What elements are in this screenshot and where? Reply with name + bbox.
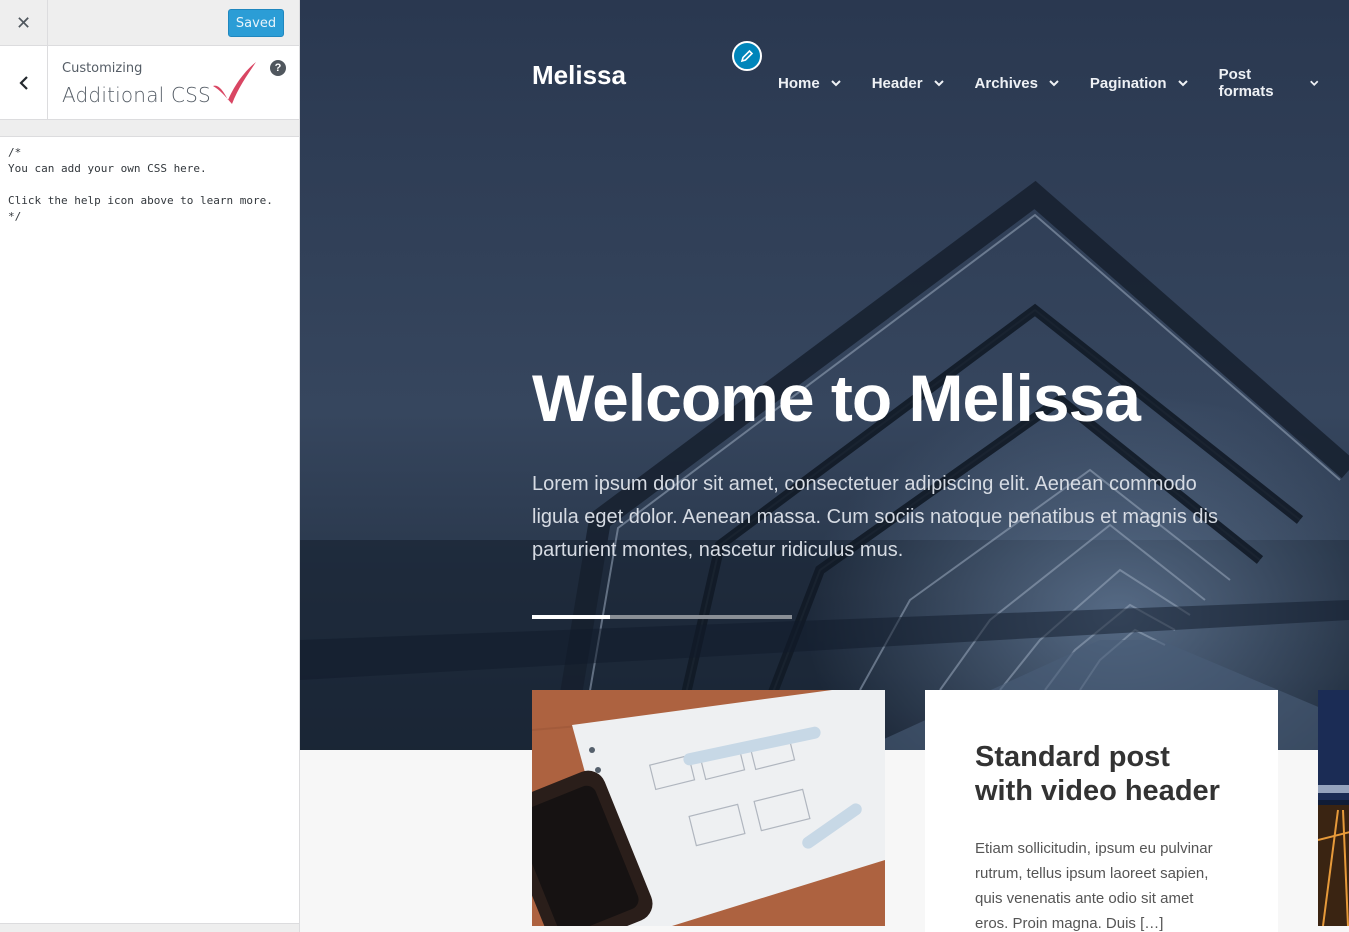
nav-item-label: Pagination (1089, 74, 1167, 92)
saved-button[interactable]: Saved (228, 9, 284, 37)
chevron-down-icon (1309, 80, 1318, 86)
nav-item-label: Home (778, 74, 820, 92)
post-card[interactable]: Standard post with video header Etiam so… (925, 690, 1278, 932)
help-icon: ? (274, 62, 282, 74)
post-title[interactable]: Standard post with video header (975, 740, 1228, 808)
post-thumbnail[interactable] (532, 690, 885, 926)
chevron-down-icon (1177, 80, 1188, 87)
pencil-icon (740, 49, 754, 63)
close-icon: ✕ (15, 12, 32, 33)
css-editor[interactable]: /* You can add your own CSS here. Click … (0, 136, 299, 924)
chevron-down-icon (933, 80, 944, 87)
back-button[interactable] (0, 46, 48, 119)
site-title[interactable]: Melissa (532, 60, 626, 91)
post-excerpt: Etiam sollicitudin, ipsum eu pulvinar ru… (975, 840, 1213, 932)
nav-item-home[interactable]: Home (778, 66, 842, 100)
nav-item-label: Post formats (1218, 66, 1274, 100)
customizer-sidebar: ✕ Saved Customizing Additional CSS ? /* … (0, 0, 300, 932)
section-header: Customizing Additional CSS ? (0, 46, 299, 120)
close-customizer-button[interactable]: ✕ (0, 0, 48, 46)
slider-progress[interactable] (532, 615, 792, 619)
site-preview: Melissa Home Header Archives Pagination (300, 0, 1349, 932)
chevron-down-icon (830, 80, 841, 87)
edit-shortcut-button[interactable] (732, 41, 762, 71)
chevron-left-icon (18, 75, 28, 90)
nav-item-label: Header (871, 74, 923, 92)
hero-text: Lorem ipsum dolor sit amet, consectetuer… (532, 473, 1218, 561)
help-button[interactable]: ? (270, 60, 286, 76)
slider-progress-fill (532, 615, 610, 619)
nav-item-label: Archives (974, 74, 1038, 92)
customizer-header: ✕ Saved (0, 0, 299, 46)
night-bridge-photo (1318, 690, 1349, 926)
nav-item-archives[interactable]: Archives (975, 66, 1060, 100)
css-editor-content: /* You can add your own CSS here. Click … (8, 146, 273, 223)
hero-section: Melissa Home Header Archives Pagination (300, 0, 1349, 750)
section-title: Additional CSS (62, 83, 211, 107)
nav-item-post-formats[interactable]: Post formats (1219, 66, 1319, 100)
main-navigation: Home Header Archives Pagination Post for… (778, 66, 1349, 100)
post-thumbnail-partial[interactable] (1318, 690, 1349, 926)
customizing-label: Customizing (62, 61, 143, 76)
hero-title: Welcome to Melissa (532, 361, 1141, 435)
chevron-down-icon (1049, 80, 1059, 87)
notebook-photo (532, 690, 885, 926)
nav-item-header[interactable]: Header (872, 66, 945, 100)
nav-item-pagination[interactable]: Pagination (1090, 66, 1189, 100)
checkmark-icon (213, 62, 256, 104)
